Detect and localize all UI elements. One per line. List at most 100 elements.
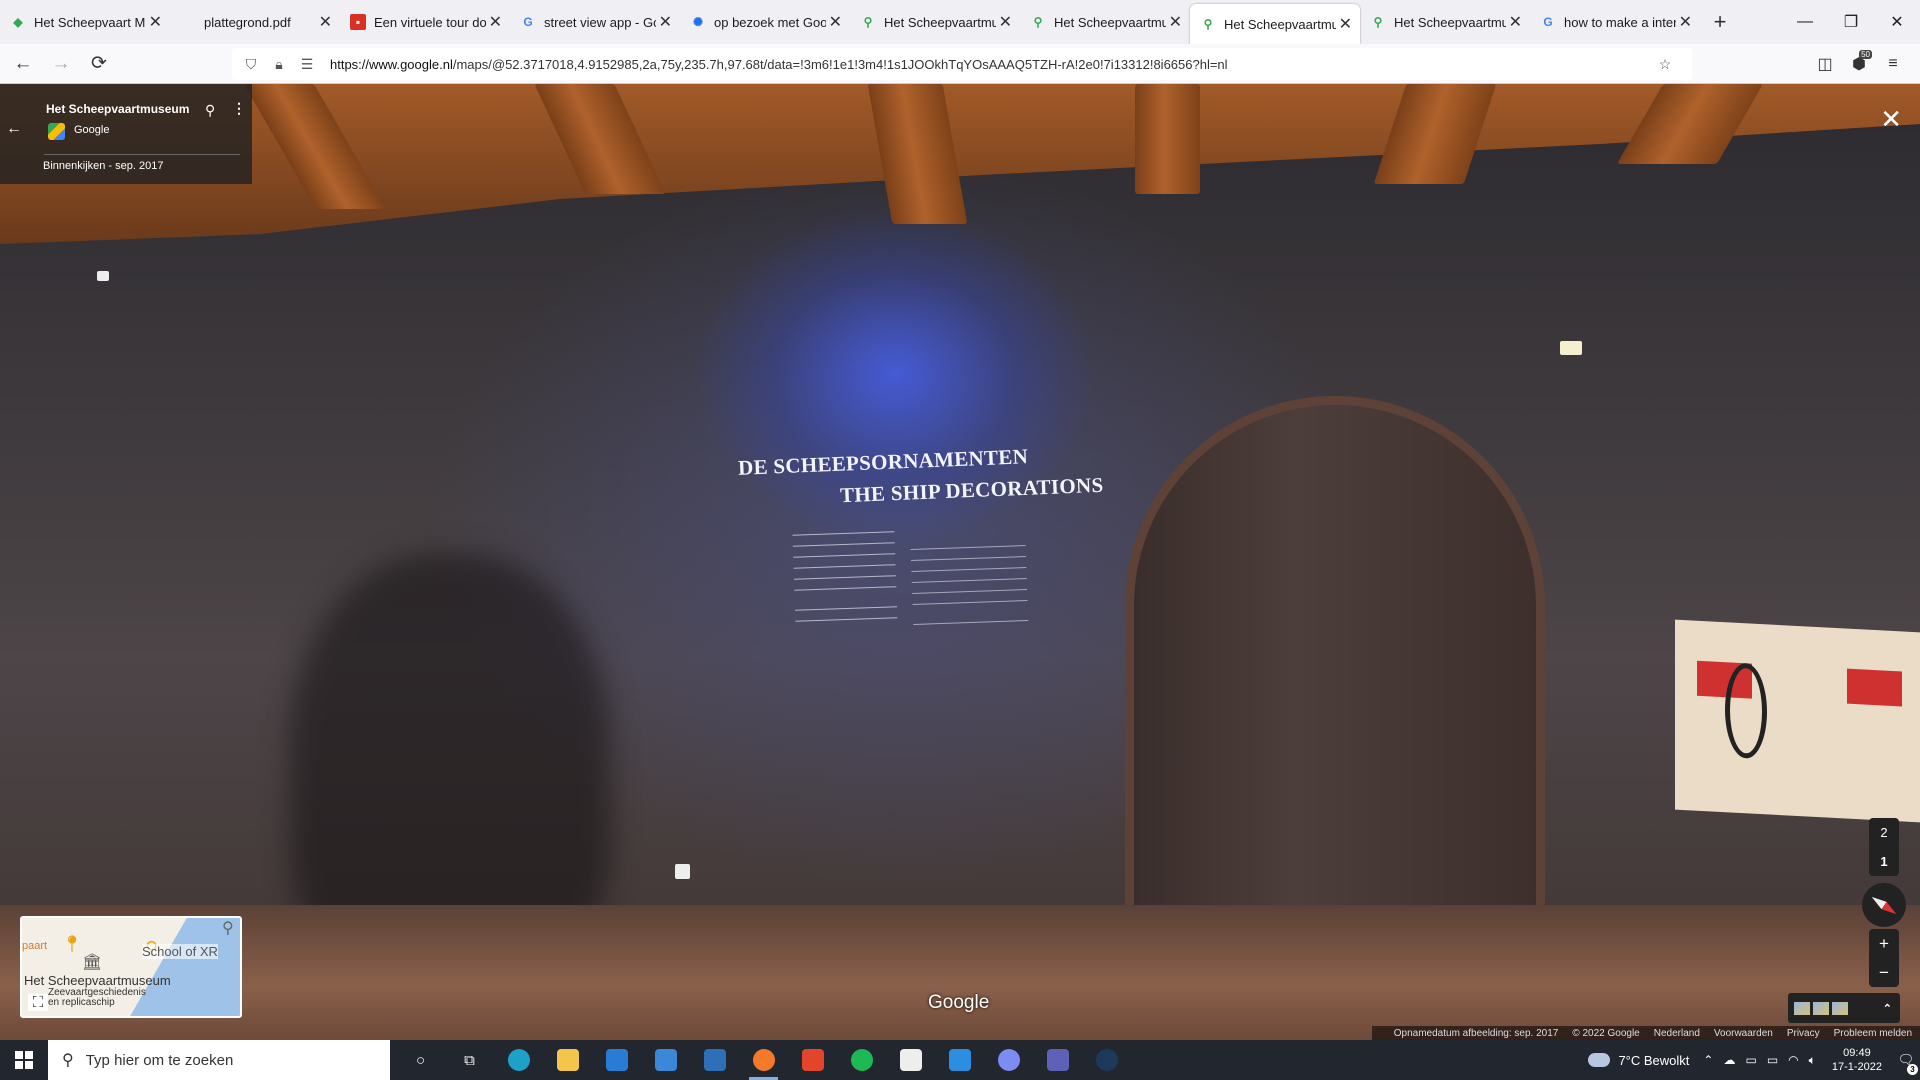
- clock[interactable]: 09:49 17-1-2022: [1832, 1046, 1882, 1074]
- teams-icon[interactable]: [1033, 1040, 1082, 1080]
- terms-link[interactable]: Voorwaarden: [1714, 1028, 1773, 1039]
- office-icon[interactable]: [788, 1040, 837, 1080]
- cortana-icon[interactable]: ○: [396, 1040, 445, 1080]
- tab-6[interactable]: ⚲ Het Scheepvaartmus ✕: [1020, 0, 1190, 44]
- tab-0[interactable]: ◆ Het Scheepvaart Muse✕: [0, 0, 170, 44]
- extension-icon[interactable]: ⬢ 50: [1842, 48, 1876, 80]
- close-tab-icon[interactable]: ✕: [659, 12, 672, 32]
- fire-hose-reel-icon: [1847, 668, 1902, 707]
- url-path: /maps/@52.3717018,4.9152985,2a,75y,235.7…: [452, 56, 1228, 72]
- close-tab-icon[interactable]: ✕: [1679, 12, 1692, 32]
- floor-button-2[interactable]: 2: [1869, 818, 1899, 847]
- new-tab-button[interactable]: +: [1700, 0, 1740, 44]
- address-bar[interactable]: ⛉ 🔒︎ ☰ https://www.google.nl/maps/@52.37…: [232, 48, 1692, 80]
- wifi-icon[interactable]: ◠: [1788, 1053, 1798, 1067]
- photo-strip-toggle[interactable]: ⌃: [1788, 993, 1900, 1023]
- close-tab-icon[interactable]: ✕: [1339, 14, 1352, 34]
- windows-taskbar: ⚲ Typ hier om te zoeken ○ ⧉ 7°C Bewolkt ⌃…: [0, 1040, 1920, 1080]
- country-link[interactable]: Nederland: [1654, 1028, 1700, 1039]
- close-tab-icon[interactable]: ✕: [999, 12, 1012, 32]
- tab-2[interactable]: ▪ Een virtuele tour door ✕: [340, 0, 510, 44]
- wall-title-english: THE SHIP DECORATIONS: [839, 472, 1104, 508]
- screen: ◆Het Scheepvaart Muse✕plattegrond.pdf✕▪E…: [0, 0, 1920, 1080]
- taskbar-search[interactable]: ⚲ Typ hier om te zoeken: [48, 1040, 390, 1080]
- discord-icon[interactable]: [984, 1040, 1033, 1080]
- photo-thumbnail[interactable]: [1794, 1001, 1810, 1015]
- volume-icon[interactable]: 🔈︎: [1809, 1053, 1816, 1068]
- capture-date[interactable]: Binnenkijken - sep. 2017: [43, 160, 163, 172]
- back-button[interactable]: ←: [8, 49, 38, 79]
- tab-1[interactable]: plattegrond.pdf ✕: [170, 0, 340, 44]
- compass-icon[interactable]: [1862, 883, 1906, 927]
- url-text[interactable]: https://www.google.nl/maps/@52.3717018,4…: [330, 57, 1228, 72]
- minimap-label-museum: Het Scheepvaartmuseum: [24, 973, 171, 988]
- bookmark-star-icon[interactable]: ☆: [1654, 53, 1676, 75]
- edge-icon[interactable]: [494, 1040, 543, 1080]
- restaurant-pin-icon[interactable]: 📍︎: [62, 934, 82, 954]
- floor-button-1[interactable]: 1: [1869, 847, 1899, 876]
- tab-9[interactable]: Ghow to make a intera ✕: [1530, 0, 1700, 44]
- meet-now-icon[interactable]: ▭: [1745, 1053, 1756, 1067]
- google-watermark: Google: [928, 992, 990, 1013]
- expand-map-icon[interactable]: ⛶: [28, 994, 48, 1011]
- tab-title: Het Scheepvaart Muse: [34, 14, 146, 30]
- vscode-icon[interactable]: [935, 1040, 984, 1080]
- close-tab-icon[interactable]: ✕: [829, 12, 842, 32]
- back-arrow-icon[interactable]: ←: [6, 120, 22, 138]
- report-problem-link[interactable]: Probleem melden: [1834, 1028, 1912, 1039]
- minimap[interactable]: paart 📍︎ 🏛︎ ⚲ ⚲ School of XR Het Scheepv…: [20, 916, 242, 1018]
- shield-icon[interactable]: ⛉: [240, 53, 262, 75]
- file-explorer-icon[interactable]: [543, 1040, 592, 1080]
- street-view-panorama[interactable]: DE SCHEEPSORNAMENTEN THE SHIP DECORATION…: [0, 84, 1920, 1040]
- permissions-icon[interactable]: ☰: [296, 53, 318, 75]
- spotify-icon[interactable]: [837, 1040, 886, 1080]
- tab-4[interactable]: ✺ op bezoek met Googl ✕: [680, 0, 850, 44]
- place-name[interactable]: Het Scheepvaartmuseum: [46, 102, 189, 116]
- mail-icon[interactable]: [641, 1040, 690, 1080]
- photo-thumbnail[interactable]: [1832, 1001, 1848, 1015]
- close-icon[interactable]: ✕: [1880, 104, 1902, 135]
- expand-chevron-icon[interactable]: ⌃: [1883, 1002, 1892, 1015]
- steam-icon[interactable]: [1082, 1040, 1131, 1080]
- notification-center-icon[interactable]: 🗨︎ 3: [1892, 1040, 1920, 1080]
- map-pin-icon[interactable]: ⚲: [222, 918, 234, 938]
- zoom-out-button[interactable]: −: [1869, 958, 1899, 987]
- tab-3[interactable]: Gstreet view app - Goo ✕: [510, 0, 680, 44]
- wall-text-english: [910, 542, 1029, 632]
- restore-button[interactable]: ❐: [1828, 0, 1874, 44]
- close-tab-icon[interactable]: ✕: [1169, 12, 1182, 32]
- reload-button[interactable]: ⟳: [84, 49, 114, 79]
- extension-badge: 50: [1859, 50, 1872, 59]
- notion-app-icon[interactable]: [886, 1040, 935, 1080]
- close-tab-icon[interactable]: ✕: [319, 12, 332, 32]
- tab-8[interactable]: ⚲ Het Scheepvaartmus ✕: [1360, 0, 1530, 44]
- tab-5[interactable]: ⚲ Het Scheepvaartmus ✕: [850, 0, 1020, 44]
- remote-app-icon[interactable]: [690, 1040, 739, 1080]
- lock-icon[interactable]: 🔒︎: [268, 53, 290, 75]
- menu-icon[interactable]: ≡: [1876, 48, 1910, 80]
- weather-widget[interactable]: 7°C Bewolkt: [1588, 1053, 1689, 1068]
- privacy-link[interactable]: Privacy: [1787, 1028, 1820, 1039]
- zoom-in-button[interactable]: +: [1869, 929, 1899, 958]
- close-tab-icon[interactable]: ✕: [149, 12, 162, 32]
- photo-thumbnail[interactable]: [1813, 1001, 1829, 1015]
- onedrive-icon[interactable]: ☁: [1723, 1053, 1735, 1067]
- firefox-icon[interactable]: [739, 1040, 788, 1080]
- battery-icon[interactable]: ▭: [1767, 1053, 1778, 1067]
- start-button[interactable]: [0, 1040, 48, 1080]
- location-pin-icon[interactable]: ⚲: [205, 102, 215, 119]
- close-tab-icon[interactable]: ✕: [489, 12, 502, 32]
- close-window-button[interactable]: ✕: [1874, 0, 1920, 44]
- forward-button[interactable]: →: [46, 49, 76, 79]
- more-options-icon[interactable]: ⋮: [232, 100, 246, 117]
- pocket-icon[interactable]: ◫: [1808, 48, 1842, 80]
- minimize-button[interactable]: —: [1782, 0, 1828, 44]
- tab-title: street view app - Goo: [544, 14, 656, 30]
- clock-time: 09:49: [1843, 1047, 1871, 1059]
- tab-list: ◆Het Scheepvaart Muse✕plattegrond.pdf✕▪E…: [0, 0, 1700, 44]
- tab-7[interactable]: ⚲ Het Scheepvaartmus ✕: [1190, 4, 1360, 44]
- close-tab-icon[interactable]: ✕: [1509, 12, 1522, 32]
- store-icon[interactable]: [592, 1040, 641, 1080]
- task-view-icon[interactable]: ⧉: [445, 1040, 494, 1080]
- show-hidden-icons-icon[interactable]: ⌃: [1703, 1053, 1713, 1067]
